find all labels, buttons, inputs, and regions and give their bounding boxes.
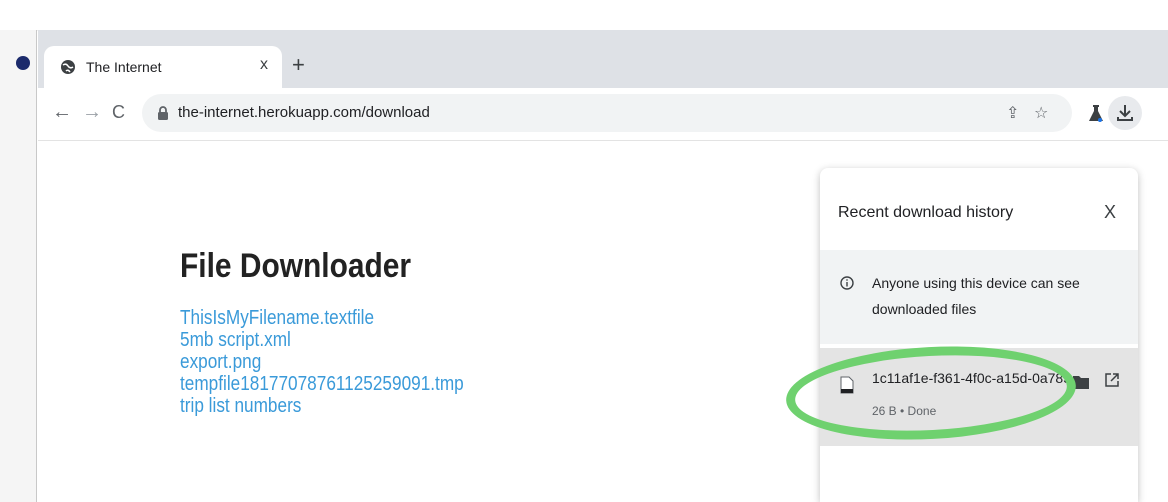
background-app-sliver <box>0 30 37 502</box>
address-bar[interactable]: the-internet.herokuapp.com/download ⇪ ☆ <box>142 94 1072 132</box>
back-button[interactable]: ← <box>52 102 72 122</box>
tab-title: The Internet <box>86 59 162 75</box>
bookmark-star-icon[interactable]: ☆ <box>1034 103 1048 123</box>
downloads-button[interactable] <box>1108 96 1142 130</box>
file-link[interactable]: trip list numbers <box>180 395 464 417</box>
download-status: 26 B • Done <box>872 404 937 418</box>
app-icon <box>16 56 30 70</box>
file-link[interactable]: ThisIsMyFilename.textfile <box>180 307 464 329</box>
forward-button[interactable]: → <box>82 102 102 122</box>
file-link[interactable]: tempfile18177078761125259091.tmp <box>180 373 464 395</box>
file-link-list: ThisIsMyFilename.textfile 5mb script.xml… <box>180 307 510 417</box>
download-file-name: 1c11af1e-f361-4f0c-a15d-0a7852 <box>872 370 1068 386</box>
file-icon <box>840 376 854 394</box>
privacy-notice-text: Anyone using this device can see downloa… <box>872 275 1080 317</box>
download-history-panel: Recent download history X Anyone using t… <box>820 168 1138 502</box>
browser-window: The Internet x + ← → C the-internet.hero… <box>38 30 1168 502</box>
reload-button[interactable]: C <box>112 102 125 122</box>
share-icon[interactable]: ⇪ <box>1006 103 1019 123</box>
tab-strip: The Internet x + <box>38 30 1168 88</box>
background-window-strip <box>0 0 1168 31</box>
download-panel-title: Recent download history <box>838 204 1014 221</box>
folder-icon[interactable] <box>1072 374 1090 390</box>
open-external-icon[interactable] <box>1104 372 1120 388</box>
download-icon <box>1117 105 1133 121</box>
new-tab-button[interactable]: + <box>292 54 305 76</box>
file-link[interactable]: export.png <box>180 351 464 373</box>
close-icon[interactable]: X <box>1104 202 1116 223</box>
tab-the-internet[interactable]: The Internet x <box>44 46 282 88</box>
globe-icon <box>61 60 75 74</box>
download-item[interactable]: 1c11af1e-f361-4f0c-a15d-0a7852 26 B • Do… <box>820 348 1138 446</box>
file-link[interactable]: 5mb script.xml <box>180 329 464 351</box>
tab-close-icon[interactable]: x <box>260 56 268 74</box>
labs-flask-icon[interactable] <box>1088 103 1104 123</box>
browser-toolbar: ← → C the-internet.herokuapp.com/downloa… <box>38 88 1168 141</box>
info-icon <box>840 276 854 290</box>
privacy-notice: Anyone using this device can see downloa… <box>820 250 1138 344</box>
lock-icon <box>158 106 168 120</box>
url-text: the-internet.herokuapp.com/download <box>178 104 430 121</box>
page-title: File Downloader <box>180 247 412 285</box>
